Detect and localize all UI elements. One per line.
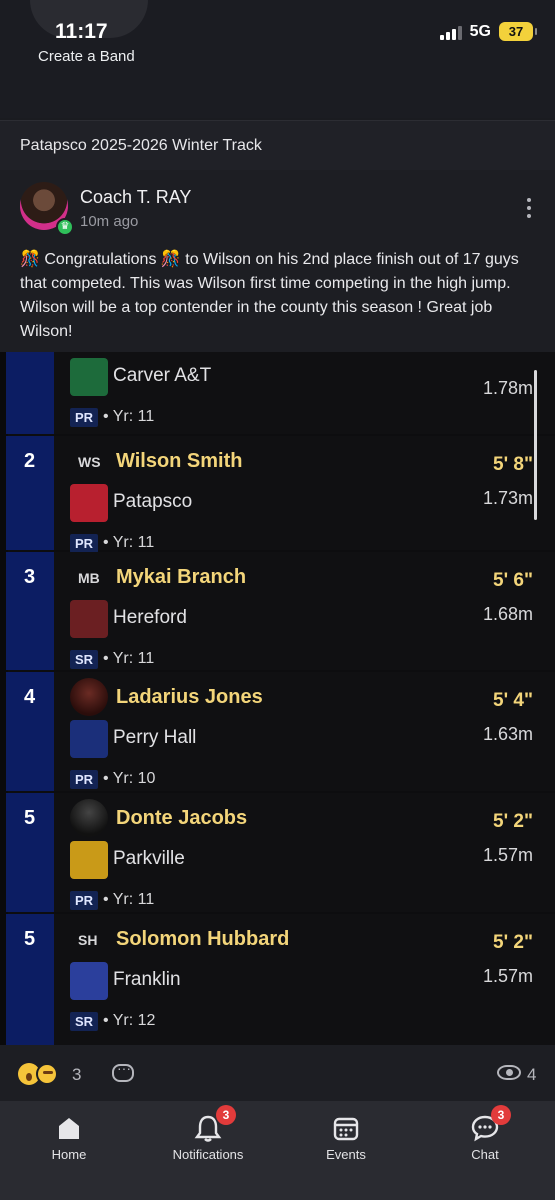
signal-icon	[439, 24, 462, 40]
bottom-nav: Home 3 Notifications Events 3 Chat	[0, 1101, 555, 1200]
school-logo-icon	[70, 720, 108, 758]
clock: 11:17	[55, 20, 108, 43]
school-logo-icon	[70, 600, 108, 638]
nav-home-label: Home	[51, 1147, 87, 1162]
nav-events[interactable]: Events	[286, 1101, 406, 1171]
record-tag: PR	[70, 770, 99, 789]
athlete-photo	[70, 799, 108, 837]
result-row: 5 SH Solomon Hubbard 5' 2" 1.57m Frankli…	[0, 914, 555, 1045]
mark-meters: 1.73m	[482, 488, 533, 508]
network-type: 5G	[469, 22, 491, 40]
reaction-count[interactable]: 3	[72, 1065, 81, 1085]
athlete-name: Wilson Smith	[116, 450, 243, 472]
eye-icon	[497, 1065, 521, 1080]
result-body: Ladarius Jones 5' 4" 1.63m Perry Hall PR…	[54, 672, 555, 791]
athlete-year: • Yr: 11	[103, 534, 155, 551]
result-body: Donte Jacobs 5' 2" 1.57m Parkville PR • …	[54, 793, 555, 912]
record-tag: PR	[70, 408, 99, 427]
mark-meters: 1.57m	[482, 966, 533, 986]
mark-feet: 5' 8"	[493, 454, 533, 475]
athlete-initials: WS	[78, 454, 101, 470]
athlete-year: • Yr: 11	[103, 408, 155, 425]
mark-feet: 5' 6"	[493, 570, 533, 591]
athlete-name: Mykai Branch	[116, 566, 247, 588]
post-author[interactable]: Coach T. RAY	[80, 187, 191, 208]
rank-number: 2	[24, 450, 36, 472]
school-name: Franklin	[113, 969, 181, 990]
school-logo-icon	[70, 358, 108, 396]
result-row: 1.78m Carver A&T PR • Yr: 11	[0, 352, 555, 434]
chat-badge: 3	[491, 1105, 511, 1125]
reactions-bar: 3 4	[0, 1045, 555, 1101]
record-tag: SR	[70, 650, 99, 669]
athlete-name: Donte Jacobs	[116, 807, 248, 829]
athlete-name: Solomon Hubbard	[116, 928, 290, 950]
athlete-year: • Yr: 11	[103, 650, 155, 667]
notifications-badge: 3	[216, 1105, 236, 1125]
school-name: Carver A&T	[113, 365, 212, 386]
more-options-icon[interactable]	[527, 198, 533, 218]
athlete-year: • Yr: 10	[103, 770, 156, 787]
record-tag: PR	[70, 891, 99, 910]
status-indicators: 5G 37	[439, 22, 537, 41]
back-to-create-band-link[interactable]: Create a Band	[38, 48, 135, 65]
result-body: MB Mykai Branch 5' 6" 1.68m Hereford SR …	[54, 552, 555, 670]
result-row: 3 MB Mykai Branch 5' 6" 1.68m Hereford S…	[0, 552, 555, 670]
school-logo-icon	[70, 484, 108, 522]
nav-notifications-label: Notifications	[172, 1147, 244, 1162]
mark-feet: 5' 4"	[493, 690, 533, 711]
result-body: 1.78m Carver A&T PR • Yr: 11	[54, 352, 555, 434]
athlete-name: Ladarius Jones	[116, 686, 263, 708]
school-name: Perry Hall	[113, 727, 197, 748]
results-image[interactable]: 1.78m Carver A&T PR • Yr: 11 2 WS Wilson…	[0, 352, 555, 1045]
mark-meters: 1.78m	[482, 377, 533, 398]
school-logo-icon	[70, 962, 108, 1000]
athlete-initials: MB	[78, 570, 100, 586]
mark-meters: 1.57m	[482, 845, 533, 865]
athlete-photo	[70, 678, 108, 716]
rank-number: 4	[24, 686, 36, 708]
record-tag: SR	[70, 1012, 99, 1031]
thinking-emoji-icon[interactable]	[36, 1063, 58, 1085]
nav-events-label: Events	[326, 1147, 366, 1162]
athlete-year: • Yr: 11	[103, 891, 155, 908]
nav-notifications[interactable]: 3 Notifications	[148, 1101, 268, 1171]
school-name: Parkville	[113, 848, 185, 869]
status-bar: 11:17 Create a Band 5G 37	[0, 0, 555, 118]
school-name: Patapsco	[113, 491, 193, 512]
nav-chat[interactable]: 3 Chat	[425, 1101, 545, 1171]
nav-home[interactable]: Home	[9, 1101, 129, 1171]
mark-meters: 1.63m	[482, 724, 533, 744]
image-scrollbar[interactable]	[534, 370, 537, 520]
band-header[interactable]: Patapsco 2025-2026 Winter Track	[0, 120, 555, 170]
band-title[interactable]: Patapsco 2025-2026 Winter Track	[20, 137, 262, 155]
mark-meters: 1.68m	[482, 604, 533, 624]
rank-number: 5	[24, 928, 36, 950]
mark-feet: 5' 2"	[493, 932, 533, 953]
post-time: 10m ago	[80, 213, 139, 230]
nav-chat-label: Chat	[471, 1147, 499, 1162]
result-row: 4 Ladarius Jones 5' 4" 1.63m Perry Hall …	[0, 672, 555, 791]
crown-icon: ♛	[56, 218, 74, 236]
battery-icon: 37	[499, 22, 537, 41]
school-logo-icon	[70, 841, 108, 879]
rank-number: 3	[24, 566, 36, 588]
calendar-icon	[333, 1117, 359, 1141]
rank-number: 5	[24, 807, 36, 829]
result-body: WS Wilson Smith 5' 8" 1.73m Patapsco PR …	[54, 436, 555, 553]
post: ♛ Coach T. RAY 10m ago 🎊 Congratulations…	[0, 170, 555, 352]
result-row: 5 Donte Jacobs 5' 2" 1.57m Parkville PR …	[0, 793, 555, 912]
comment-icon[interactable]	[112, 1060, 134, 1082]
school-name: Hereford	[113, 607, 187, 628]
mark-feet: 5' 2"	[493, 811, 533, 832]
post-body: 🎊 Congratulations 🎊 to Wilson on his 2nd…	[20, 251, 519, 340]
rank-column	[6, 352, 54, 434]
view-count: 4	[527, 1065, 537, 1084]
result-row: 2 WS Wilson Smith 5' 8" 1.73m Patapsco P…	[0, 436, 555, 553]
athlete-initials: SH	[78, 932, 98, 948]
athlete-year: • Yr: 12	[103, 1012, 156, 1029]
record-tag: PR	[70, 534, 99, 553]
home-icon	[59, 1118, 79, 1139]
result-body: SH Solomon Hubbard 5' 2" 1.57m Franklin …	[54, 914, 555, 1045]
